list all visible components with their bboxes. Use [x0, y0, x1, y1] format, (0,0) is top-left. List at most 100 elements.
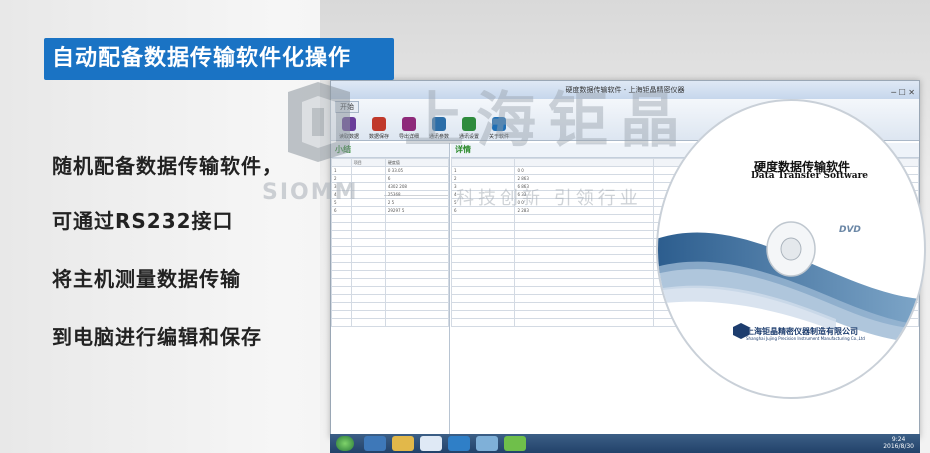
left-empty-cell [331, 270, 352, 279]
dvd-badge: DVD [839, 225, 861, 235]
left-empty-cell [384, 246, 450, 255]
taskbar-date: 2016/8/30 [883, 443, 914, 450]
right-empty-cell [514, 318, 654, 327]
left-empty-cell [331, 318, 352, 327]
left-empty-cell [331, 214, 352, 223]
left-table-cell: 0 33.05 [384, 166, 450, 175]
left-table-cell: 29297 5 [384, 206, 450, 215]
right-empty-cell [450, 318, 516, 327]
taskbar-clock[interactable]: 9:24 2016/8/30 [883, 436, 914, 450]
left-empty-row [331, 278, 450, 287]
left-empty-cell [384, 230, 450, 239]
right-column-header[interactable] [514, 158, 654, 167]
right-empty-cell [450, 294, 516, 303]
left-empty-row [331, 214, 450, 223]
left-empty-cell [331, 222, 352, 231]
left-empty-cell [384, 286, 450, 295]
right-column-header[interactable] [450, 158, 516, 167]
right-empty-cell [514, 262, 654, 271]
left-empty-cell [384, 262, 450, 271]
right-table-cell: 1 [450, 166, 516, 175]
right-empty-cell [450, 230, 516, 239]
left-column-header[interactable]: 硬度值 [384, 158, 450, 167]
left-empty-row [331, 246, 450, 255]
bullet-line-1: 随机配备数据传输软件， [52, 154, 283, 178]
right-empty-cell [450, 246, 516, 255]
left-table-row[interactable]: 1 0 33.05 [331, 166, 450, 175]
left-empty-cell [350, 318, 386, 327]
left-empty-cell [384, 278, 450, 287]
right-empty-cell [514, 294, 654, 303]
right-empty-cell [450, 262, 516, 271]
software-disc [656, 99, 926, 399]
left-empty-cell [350, 278, 386, 287]
left-empty-cell [350, 214, 386, 223]
taskbar-app-window-icon[interactable] [420, 436, 442, 451]
taskbar-app-folder-icon[interactable] [392, 436, 414, 451]
left-empty-cell [350, 222, 386, 231]
left-empty-cell [350, 262, 386, 271]
left-table-cell: 6 [384, 174, 450, 183]
left-empty-cell [331, 230, 352, 239]
siomm-logo-icon [288, 82, 350, 162]
left-empty-row [331, 302, 450, 311]
watermark-slogan: 科技创新 引领行业 [456, 188, 642, 209]
taskbar-app-image-icon[interactable] [476, 436, 498, 451]
bullet-line-2: 可通过RS232接口 [52, 209, 234, 233]
right-empty-cell [514, 302, 654, 311]
start-button[interactable] [336, 436, 354, 451]
left-table-row[interactable]: 6 29297 5 [331, 206, 450, 215]
left-table-cell: 2 5 [384, 198, 450, 207]
taskbar: 9:24 2016/8/30 [330, 434, 920, 453]
left-empty-cell [331, 302, 352, 311]
right-empty-cell [450, 222, 516, 231]
left-empty-cell [384, 222, 450, 231]
right-table-cell: 2 863 [514, 174, 654, 183]
save-icon [372, 117, 386, 131]
watermark-brand-en: SIOMM [262, 180, 359, 205]
left-empty-row [331, 318, 450, 327]
right-empty-cell [514, 246, 654, 255]
taskbar-app-green-icon[interactable] [504, 436, 526, 451]
toolbar-button-label: 数据保存 [368, 134, 389, 140]
watermark-divider-left [384, 195, 448, 196]
left-empty-cell [350, 310, 386, 319]
right-empty-cell [450, 238, 516, 247]
left-empty-cell [331, 238, 352, 247]
left-empty-cell [350, 230, 386, 239]
disc-company-name-en: Shanghai Jujing Precision Instrument Man… [746, 336, 865, 341]
left-empty-cell [331, 286, 352, 295]
taskbar-app-blue-icon[interactable] [448, 436, 470, 451]
left-empty-cell [384, 294, 450, 303]
right-empty-cell [514, 278, 654, 287]
left-empty-cell [350, 254, 386, 263]
left-table-cell [350, 206, 386, 215]
right-empty-cell [450, 302, 516, 311]
left-empty-row [331, 270, 450, 279]
left-empty-cell [384, 238, 450, 247]
left-empty-cell [384, 310, 450, 319]
right-empty-cell [450, 310, 516, 319]
left-empty-row [331, 238, 450, 247]
left-empty-cell [350, 294, 386, 303]
right-empty-cell [450, 278, 516, 287]
left-empty-row [331, 254, 450, 263]
left-empty-cell [350, 238, 386, 247]
left-empty-cell [331, 246, 352, 255]
disc-subtitle: Data Transfer Software [751, 171, 869, 181]
left-empty-cell [331, 310, 352, 319]
right-empty-cell [514, 270, 654, 279]
watermark-brand-cn: 上海钜晶 [404, 86, 692, 156]
right-table-cell: 0 0 [514, 166, 654, 175]
right-table-cell: 2 [450, 174, 516, 183]
taskbar-app-explorer-icon[interactable] [364, 436, 386, 451]
right-empty-cell [450, 286, 516, 295]
left-empty-row [331, 286, 450, 295]
left-empty-cell [350, 246, 386, 255]
left-empty-cell [384, 254, 450, 263]
right-empty-cell [514, 230, 654, 239]
right-empty-cell [450, 214, 516, 223]
left-empty-cell [331, 254, 352, 263]
right-empty-cell [450, 270, 516, 279]
toolbar-button-1[interactable]: 数据保存 [365, 117, 393, 140]
